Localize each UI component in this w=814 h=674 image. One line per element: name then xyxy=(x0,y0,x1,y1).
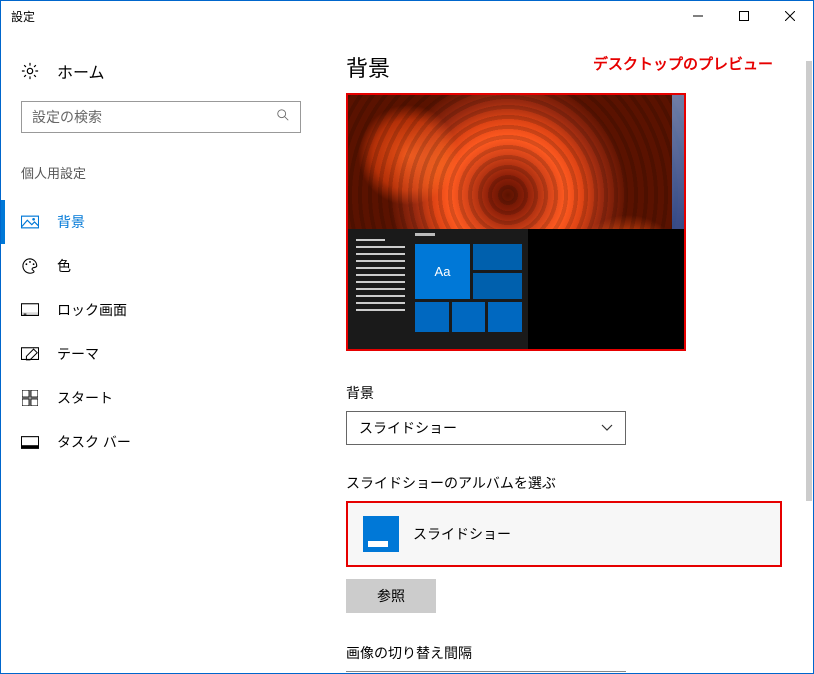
preview-startmenu xyxy=(348,229,413,349)
maximize-button[interactable] xyxy=(721,1,767,31)
background-dropdown[interactable]: スライドショー xyxy=(346,411,626,445)
nav-label: スタート xyxy=(57,388,113,408)
nav-label: 色 xyxy=(57,256,71,276)
search-box[interactable] xyxy=(21,101,301,133)
nav-colors[interactable]: 色 xyxy=(21,244,311,288)
content: ホーム 個人用設定 背景 色 ロック画面 xyxy=(1,31,813,673)
album-selection[interactable]: スライドショー xyxy=(346,501,782,567)
picture-icon xyxy=(21,213,39,231)
folder-icon xyxy=(363,516,399,552)
nav-label: テーマ xyxy=(57,344,99,364)
preview-tile-text: Aa xyxy=(415,244,470,299)
divider xyxy=(346,671,626,672)
titlebar: 設定 xyxy=(1,1,813,31)
nav-label: 背景 xyxy=(57,212,85,232)
dropdown-value: スライドショー xyxy=(359,418,457,438)
nav-label: タスク バー xyxy=(57,432,131,452)
theme-icon xyxy=(21,345,39,363)
annotation-label: デスクトップのプレビュー xyxy=(593,53,773,74)
window-controls xyxy=(675,1,813,31)
start-icon xyxy=(21,389,39,407)
minimize-button[interactable] xyxy=(675,1,721,31)
nav-background[interactable]: 背景 xyxy=(21,200,311,244)
home-label: ホーム xyxy=(57,59,105,83)
chevron-down-icon xyxy=(601,419,613,437)
lockscreen-icon xyxy=(21,301,39,319)
nav-lockscreen[interactable]: ロック画面 xyxy=(21,288,311,332)
scrollbar[interactable] xyxy=(806,61,812,501)
browse-button[interactable]: 参照 xyxy=(346,579,436,613)
background-label: 背景 xyxy=(346,383,783,403)
preview-taskbar-area: Aa xyxy=(348,229,684,349)
close-button[interactable] xyxy=(767,1,813,31)
window-title: 設定 xyxy=(11,8,35,25)
nav-start[interactable]: スタート xyxy=(21,376,311,420)
search-input[interactable] xyxy=(32,109,276,125)
nav-themes[interactable]: テーマ xyxy=(21,332,311,376)
nav-taskbar[interactable]: タスク バー xyxy=(21,420,311,464)
section-label: 個人用設定 xyxy=(21,163,311,182)
preview-tiles: Aa xyxy=(413,229,528,349)
desktop-preview: Aa xyxy=(346,93,686,351)
search-icon xyxy=(276,108,290,127)
palette-icon xyxy=(21,257,39,275)
main-panel: 背景 デスクトップのプレビュー Aa xyxy=(311,31,813,673)
interval-label: 画像の切り替え間隔 xyxy=(346,643,783,663)
sidebar: ホーム 個人用設定 背景 色 ロック画面 xyxy=(1,31,311,673)
nav-label: ロック画面 xyxy=(57,300,127,320)
gear-icon xyxy=(21,62,39,80)
taskbar-icon xyxy=(21,433,39,451)
album-label: スライドショーのアルバムを選ぶ xyxy=(346,473,783,493)
album-value: スライドショー xyxy=(413,524,511,544)
home-link[interactable]: ホーム xyxy=(21,51,311,101)
